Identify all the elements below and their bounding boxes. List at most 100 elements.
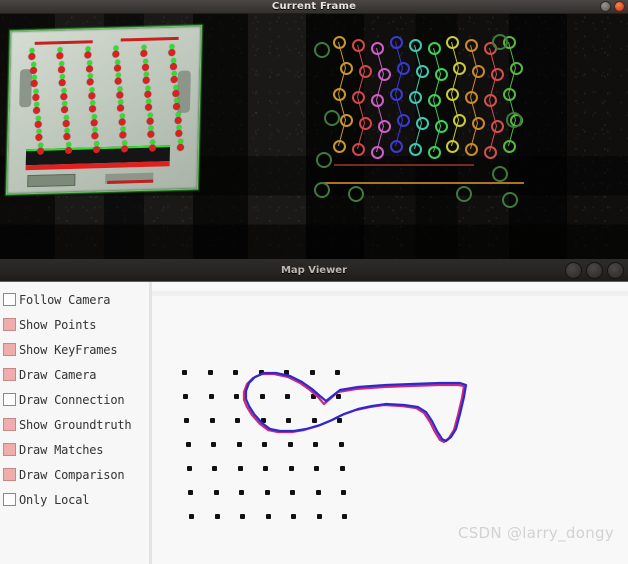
keypoint-marker xyxy=(85,64,93,73)
map-viewer-window-controls xyxy=(565,262,624,279)
map-viewer-window: Map Viewer Follow Camera Show Points Show … xyxy=(0,259,628,564)
left-camera-frame xyxy=(0,14,306,259)
unmatched-feature-circle xyxy=(502,192,518,208)
matched-feature-circle xyxy=(333,140,346,153)
checkbox-label: Show Groundtruth xyxy=(19,417,132,432)
map-viewer-titlebar[interactable]: Map Viewer xyxy=(0,259,628,282)
unmatched-feature-circle xyxy=(316,152,332,168)
checkbox-follow-camera[interactable]: Follow Camera xyxy=(1,287,151,312)
matched-feature-circle xyxy=(503,140,517,153)
keypoint-marker xyxy=(169,62,177,70)
map-viewer-title: Map Viewer xyxy=(280,264,348,276)
right-frame-red-edge xyxy=(334,164,474,166)
keypoint-orientation-marker xyxy=(172,84,179,90)
checkbox-label: Show KeyFrames xyxy=(19,342,118,357)
unmatched-feature-circle xyxy=(314,42,330,58)
checkbox-show-keyframes[interactable]: Show KeyFrames xyxy=(1,337,151,362)
keypoint-marker xyxy=(87,91,95,99)
keypoint-marker xyxy=(143,90,151,98)
checkbox-checked-icon[interactable] xyxy=(3,368,16,381)
checkbox-draw-connection[interactable]: Draw Connection xyxy=(1,387,151,412)
checkbox-label: Only Local xyxy=(19,492,90,507)
keypoint-marker xyxy=(34,120,42,128)
checkbox-label: Draw Comparison xyxy=(19,467,125,482)
unmatched-feature-circle xyxy=(492,34,508,50)
keypoint-orientation-marker xyxy=(170,57,176,63)
matched-feature-circle xyxy=(396,62,410,75)
keypoint-marker xyxy=(62,119,70,127)
matched-feature-circle xyxy=(370,42,384,55)
matched-feature-circle xyxy=(340,62,353,75)
frame-viewport xyxy=(0,14,628,259)
unmatched-feature-circle xyxy=(314,182,330,198)
keypoint-orientation-marker xyxy=(93,140,99,146)
map-viewer-button-3-icon[interactable] xyxy=(607,262,624,279)
map-canvas[interactable]: CSDN @larry_dongy xyxy=(152,282,628,564)
keypoint-marker xyxy=(171,89,179,97)
matched-feature-circle xyxy=(377,120,391,133)
checkbox-checked-icon[interactable] xyxy=(3,418,16,431)
checkbox-draw-matches[interactable]: Draw Matches xyxy=(1,437,151,462)
checkbox-unchecked-icon[interactable] xyxy=(3,393,16,406)
keypoint-marker xyxy=(31,93,39,101)
keypoint-orientation-marker xyxy=(149,139,155,145)
checkbox-checked-icon[interactable] xyxy=(3,343,16,356)
keypoint-marker xyxy=(90,118,98,126)
checkbox-draw-comparison[interactable]: Draw Comparison xyxy=(1,462,151,487)
checkbox-show-points[interactable]: Show Points xyxy=(1,312,151,337)
matched-feature-circle xyxy=(370,94,384,107)
matched-feature-circle xyxy=(351,143,365,156)
checkbox-checked-icon[interactable] xyxy=(3,443,16,456)
keypoint-marker xyxy=(176,143,184,151)
map-viewer-button-2-icon[interactable] xyxy=(586,262,603,279)
app-root: Current Frame Map Viewer Follow Camera S… xyxy=(0,0,628,564)
checkbox-only-local[interactable]: Only Local xyxy=(1,487,151,512)
keypoint-marker xyxy=(36,147,44,155)
keypoint-marker xyxy=(146,117,154,125)
close-icon[interactable] xyxy=(614,1,625,12)
keypoint-orientation-marker xyxy=(30,61,36,67)
matched-feature-circle xyxy=(340,114,353,127)
keypoint-marker xyxy=(120,144,128,153)
keypoint-orientation-marker xyxy=(119,112,125,119)
current-frame-window-controls xyxy=(600,1,625,12)
matched-feature-circle xyxy=(389,140,403,153)
matched-feature-circle xyxy=(415,65,429,78)
keypoint-marker xyxy=(141,63,149,71)
matched-feature-circle xyxy=(503,88,517,101)
checkbox-unchecked-icon[interactable] xyxy=(3,293,16,306)
keypoint-orientation-marker xyxy=(177,138,183,144)
matched-feature-circle xyxy=(415,117,429,130)
keypoint-orientation-marker xyxy=(32,88,39,94)
matched-feature-circle xyxy=(427,42,441,55)
unmatched-feature-circle xyxy=(506,112,522,128)
matched-feature-circle xyxy=(389,36,403,49)
keypoint-orientation-marker xyxy=(35,115,41,121)
current-frame-titlebar[interactable]: Current Frame xyxy=(0,0,628,14)
checkbox-checked-icon[interactable] xyxy=(3,318,16,331)
keypoint-orientation-marker xyxy=(147,112,153,118)
checkbox-draw-camera[interactable]: Draw Camera xyxy=(1,362,151,387)
map-viewer-button-1-icon[interactable] xyxy=(565,262,582,279)
keypoint-marker xyxy=(174,116,182,124)
unmatched-feature-circle xyxy=(492,166,508,182)
matched-feature-circle xyxy=(510,62,524,75)
csdn-watermark: CSDN @larry_dongy xyxy=(457,524,614,542)
checkbox-label: Draw Matches xyxy=(19,442,104,457)
unmatched-feature-circle xyxy=(348,186,364,202)
estimated-trajectory xyxy=(244,371,468,443)
keypoint-orientation-marker xyxy=(114,59,120,65)
matched-feature-circle xyxy=(333,88,346,101)
checkbox-unchecked-icon[interactable] xyxy=(3,493,16,506)
current-frame-window: Current Frame xyxy=(0,0,628,259)
minimize-icon[interactable] xyxy=(600,1,611,12)
matched-feature-circle xyxy=(427,146,441,159)
checkbox-checked-icon[interactable] xyxy=(3,468,16,481)
matched-feature-circle xyxy=(408,143,422,156)
matched-feature-circle xyxy=(389,88,403,101)
matched-feature-circle xyxy=(333,36,346,49)
matched-feature-circle xyxy=(351,39,365,52)
board-bottom-slot-left xyxy=(27,173,76,188)
keypoint-marker xyxy=(29,66,37,74)
checkbox-show-groundtruth[interactable]: Show Groundtruth xyxy=(1,412,151,437)
